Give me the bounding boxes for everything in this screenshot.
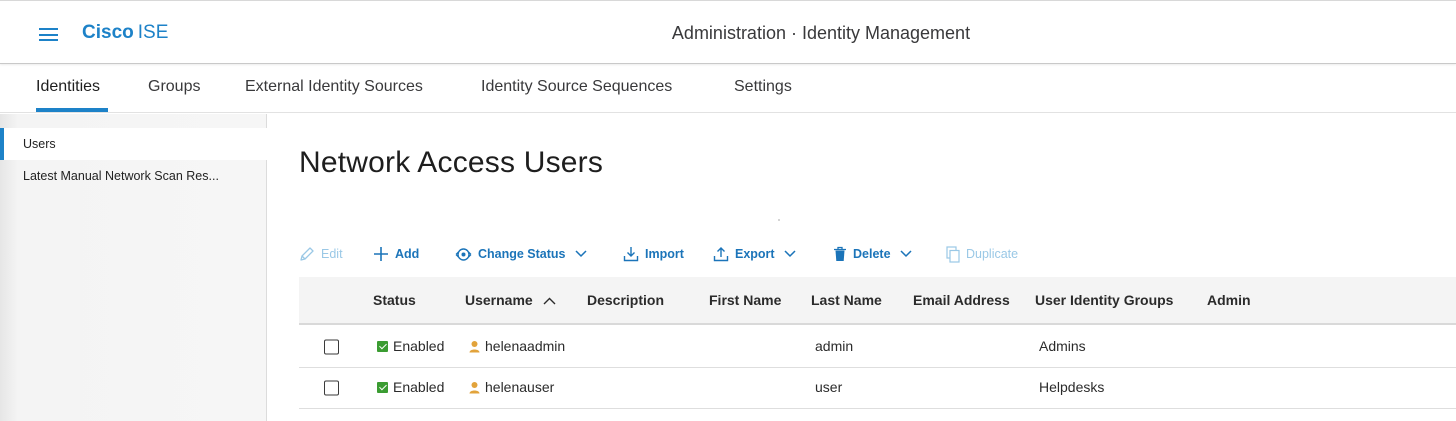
sidebar: Users Latest Manual Network Scan Res... <box>0 114 267 421</box>
change-status-icon <box>455 247 472 261</box>
column-header-status[interactable]: Status <box>373 292 416 308</box>
column-header-user-identity-groups[interactable]: User Identity Groups <box>1035 292 1173 308</box>
sidebar-item-latest-network-scan[interactable]: Latest Manual Network Scan Res... <box>0 160 267 192</box>
username-text: helenauser <box>485 379 555 395</box>
last-name-cell: admin <box>815 338 854 354</box>
status-cell: Enabled <box>377 379 444 395</box>
change-status-button[interactable]: Change Status <box>455 244 587 264</box>
status-text: Enabled <box>393 338 445 354</box>
active-tab-indicator <box>36 108 108 112</box>
export-icon <box>713 247 729 262</box>
import-icon <box>623 247 639 262</box>
plus-icon <box>374 247 388 261</box>
status-text: Enabled <box>393 379 445 395</box>
row-checkbox[interactable] <box>324 380 339 396</box>
delete-button[interactable]: Delete <box>833 244 912 264</box>
column-header-first-name[interactable]: First Name <box>709 292 781 308</box>
tab-bar: Identities Groups External Identity Sour… <box>0 64 1456 113</box>
column-header-description[interactable]: Description <box>587 292 664 308</box>
trash-icon <box>834 246 846 261</box>
username-text: helenaadmin <box>485 338 566 354</box>
import-label: Import <box>645 247 684 261</box>
edit-label: Edit <box>321 247 343 261</box>
column-header-username[interactable]: Username <box>465 292 556 308</box>
tab-settings[interactable]: Settings <box>734 78 792 96</box>
column-header-last-name[interactable]: Last Name <box>811 292 882 308</box>
user-icon <box>469 340 480 352</box>
enabled-check-icon <box>377 381 388 393</box>
delete-label: Delete <box>853 247 891 261</box>
user-icon <box>469 381 480 393</box>
groups-cell: Helpdesks <box>1039 379 1105 395</box>
column-header-admin[interactable]: Admin <box>1207 292 1251 308</box>
pencil-icon <box>300 247 314 261</box>
status-cell: Enabled <box>377 338 444 354</box>
sidebar-item-users[interactable]: Users <box>0 128 267 160</box>
decorative-dot <box>778 219 780 221</box>
tab-identity-source-sequences[interactable]: Identity Source Sequences <box>481 78 672 96</box>
last-name-cell: user <box>815 379 843 395</box>
chevron-down-icon <box>900 250 912 258</box>
export-button[interactable]: Export <box>713 244 796 264</box>
duplicate-label: Duplicate <box>966 247 1019 261</box>
username-cell[interactable]: helenauser <box>469 379 554 395</box>
change-status-label: Change Status <box>478 247 566 261</box>
page-context-title: Administration · Identity Management <box>671 23 971 43</box>
add-label: Add <box>395 247 420 261</box>
tab-identities[interactable]: Identities <box>36 78 100 96</box>
chevron-down-icon <box>784 250 796 258</box>
column-header-email[interactable]: Email Address <box>913 292 1010 308</box>
enabled-check-icon <box>377 340 388 352</box>
groups-cell: Admins <box>1039 338 1086 354</box>
import-button[interactable]: Import <box>623 244 684 264</box>
export-label: Export <box>735 247 775 261</box>
top-header: Cisco ISE Administration · Identity Manag… <box>0 0 1456 64</box>
page-title: Network Access Users <box>299 146 604 179</box>
username-cell[interactable]: helenaadmin <box>469 338 565 354</box>
tab-groups[interactable]: Groups <box>148 78 200 96</box>
copy-icon <box>946 245 960 263</box>
row-checkbox[interactable] <box>324 339 339 355</box>
edit-button[interactable]: Edit <box>299 244 343 264</box>
column-header-username-label: Username <box>465 292 533 308</box>
add-button[interactable]: Add <box>373 244 419 264</box>
duplicate-button[interactable]: Duplicate <box>946 244 1018 264</box>
tab-external-identity-sources[interactable]: External Identity Sources <box>245 78 423 96</box>
chevron-down-icon <box>574 250 587 258</box>
sort-ascending-icon <box>543 297 556 305</box>
